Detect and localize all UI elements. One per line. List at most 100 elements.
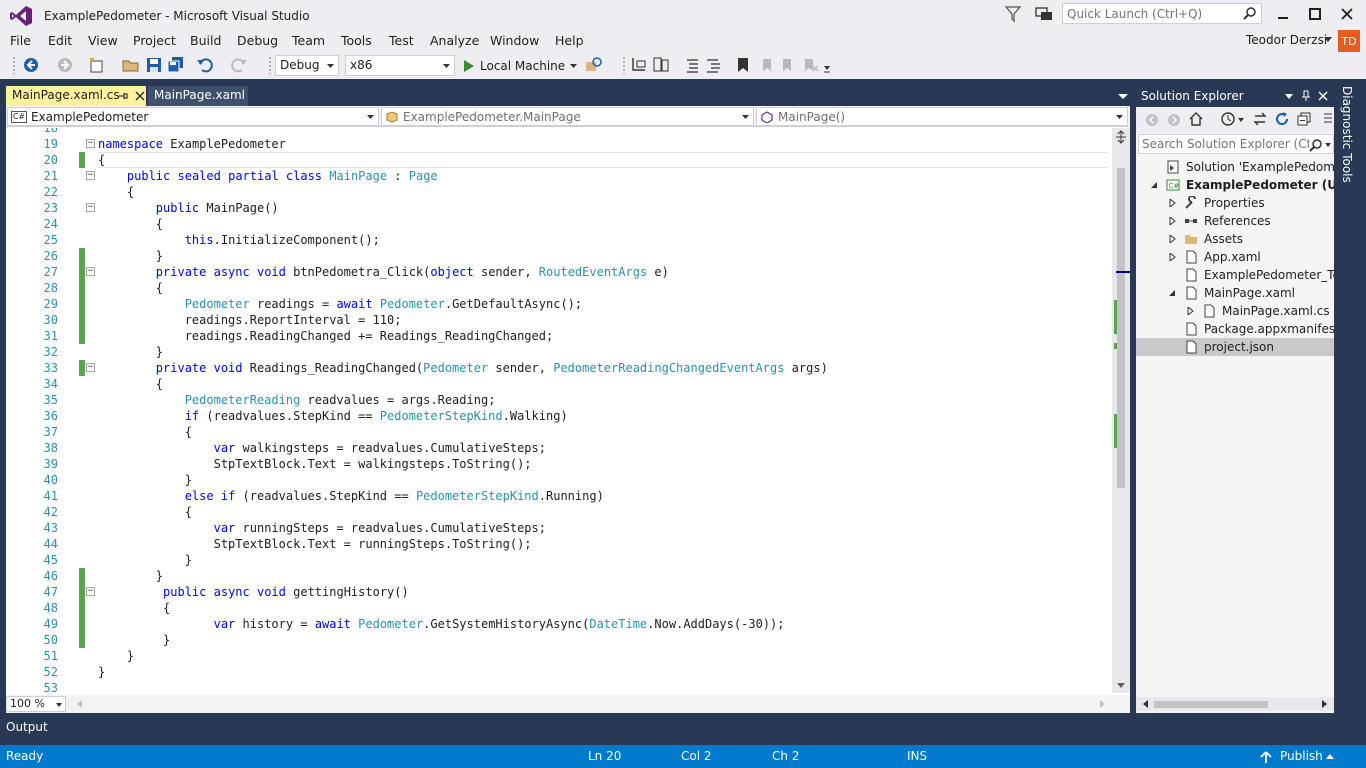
- solution-platform-select[interactable]: x86: [345, 55, 455, 76]
- chevron-down-icon[interactable]: [1325, 143, 1331, 147]
- pending-changes-icon[interactable]: [1220, 111, 1236, 127]
- refresh-icon[interactable]: [1274, 111, 1290, 127]
- code-line[interactable]: 31 readings.ReadingChanged += Readings_R…: [6, 328, 1112, 344]
- tree-item[interactable]: project.json: [1136, 338, 1334, 356]
- solution-explorer-horizontal-scrollbar[interactable]: [1136, 697, 1334, 711]
- collapse-region-icon[interactable]: −: [86, 203, 95, 212]
- open-file-icon[interactable]: [122, 56, 140, 74]
- sync-with-document-icon[interactable]: [1252, 111, 1268, 127]
- code-line[interactable]: 38 var walkingsteps = readvalues.Cumulat…: [6, 440, 1112, 456]
- menu-window[interactable]: Window: [490, 33, 539, 48]
- home-icon[interactable]: [1188, 111, 1204, 127]
- code-line[interactable]: 39 StpTextBlock.Text = walkingsteps.ToSt…: [6, 456, 1112, 472]
- code-line[interactable]: 22 {: [6, 184, 1112, 200]
- tree-item[interactable]: App.xaml: [1136, 248, 1334, 266]
- minimize-button[interactable]: [1268, 2, 1298, 26]
- tree-item[interactable]: C# ExamplePedometer (Universal Windows): [1136, 176, 1334, 194]
- scrollbar-thumb[interactable]: [1154, 701, 1268, 708]
- code-line[interactable]: 53: [6, 680, 1112, 693]
- maximize-button[interactable]: [1300, 2, 1330, 26]
- search-icon[interactable]: [1243, 6, 1257, 20]
- chevron-down-icon[interactable]: [1118, 92, 1128, 100]
- filter-icon[interactable]: [1004, 5, 1022, 23]
- navigate-forward-icon[interactable]: [56, 56, 74, 74]
- collapse-region-icon[interactable]: −: [86, 363, 95, 372]
- menu-view[interactable]: View: [88, 33, 118, 48]
- collapsed-arrow-icon[interactable]: [1168, 253, 1176, 261]
- quick-launch-input[interactable]: [1063, 4, 1238, 23]
- collapse-region-icon[interactable]: −: [86, 171, 95, 180]
- search-icon[interactable]: [1309, 138, 1323, 152]
- code-line[interactable]: 23 − public MainPage(): [6, 200, 1112, 216]
- code-line[interactable]: 18: [6, 128, 1112, 136]
- menu-project[interactable]: Project: [133, 33, 176, 48]
- back-icon[interactable]: [1144, 112, 1160, 128]
- tree-item[interactable]: Package.appxmanifest: [1136, 320, 1334, 338]
- code-line[interactable]: 37 {: [6, 424, 1112, 440]
- menu-debug[interactable]: Debug: [237, 33, 278, 48]
- save-all-icon[interactable]: [167, 56, 185, 74]
- editor-vertical-scrollbar[interactable]: [1112, 128, 1130, 693]
- menu-analyze[interactable]: Analyze: [430, 33, 479, 48]
- expanded-arrow-icon[interactable]: [1150, 181, 1158, 189]
- code-line[interactable]: 48 {: [6, 600, 1112, 616]
- tree-item[interactable]: References: [1136, 212, 1334, 230]
- chevron-down-icon[interactable]: [1324, 37, 1332, 43]
- toolbar-grip[interactable]: [268, 56, 272, 74]
- code-line[interactable]: 35 PedometerReading readvalues = args.Re…: [6, 392, 1112, 408]
- code-line[interactable]: 19 − namespace ExamplePedometer: [6, 136, 1112, 152]
- save-icon[interactable]: [145, 56, 163, 74]
- properties-icon[interactable]: [1322, 111, 1334, 127]
- menu-team[interactable]: Team: [292, 33, 325, 48]
- code-line[interactable]: 27 − private async void btnPedometra_Clic…: [6, 264, 1112, 280]
- menu-file[interactable]: File: [10, 33, 31, 48]
- step-into-icon[interactable]: [630, 56, 648, 74]
- code-line[interactable]: 40 }: [6, 472, 1112, 488]
- code-line[interactable]: 28 {: [6, 280, 1112, 296]
- feedback-icon[interactable]: [1034, 5, 1054, 23]
- tab-mainpage-xaml-cs[interactable]: MainPage.xaml.cs: [6, 86, 146, 106]
- tree-item[interactable]: ExamplePedometer_TemporaryKey.pfx: [1136, 266, 1334, 284]
- find-in-files-icon[interactable]: [585, 56, 603, 74]
- quick-launch-box[interactable]: [1062, 3, 1262, 24]
- clear-bookmarks-icon[interactable]: [801, 56, 819, 74]
- diagnostic-tools-tab[interactable]: Diagnostic Tools: [1338, 86, 1362, 186]
- code-line[interactable]: 30 readings.ReportInterval = 110;: [6, 312, 1112, 328]
- tree-item[interactable]: MainPage.xaml: [1136, 284, 1334, 302]
- code-line[interactable]: 33 − private void Readings_ReadingChanged…: [6, 360, 1112, 376]
- code-line[interactable]: 26 }: [6, 248, 1112, 264]
- menu-help[interactable]: Help: [555, 33, 584, 48]
- start-debugging-button[interactable]: Local Machine: [463, 55, 578, 76]
- undo-icon[interactable]: [196, 56, 214, 74]
- split-window-icon[interactable]: [1115, 130, 1127, 144]
- code-line[interactable]: 47 − public async void gettingHistory(): [6, 584, 1112, 600]
- code-line[interactable]: 52}: [6, 664, 1112, 680]
- editor-horizontal-scrollbar[interactable]: [76, 697, 1106, 711]
- code-line[interactable]: 50 }: [6, 632, 1112, 648]
- code-line[interactable]: 49 var history = await Pedometer.GetSyst…: [6, 616, 1112, 632]
- collapse-region-icon[interactable]: −: [86, 267, 95, 276]
- member-dropdown[interactable]: MainPage(): [756, 107, 1128, 126]
- publish-button[interactable]: Publish: [1280, 749, 1323, 763]
- code-line[interactable]: 51 }: [6, 648, 1112, 664]
- pin-icon[interactable]: [118, 90, 128, 102]
- code-line[interactable]: 41 else if (readvalues.StepKind == Pedom…: [6, 488, 1112, 504]
- code-line[interactable]: 44 StpTextBlock.Text = runningSteps.ToSt…: [6, 536, 1112, 552]
- scroll-left-icon[interactable]: [76, 700, 82, 708]
- tree-item[interactable]: MainPage.xaml.cs: [1136, 302, 1334, 320]
- code-line[interactable]: 29 Pedometer readings = await Pedometer.…: [6, 296, 1112, 312]
- solution-explorer-title-bar[interactable]: Solution Explorer: [1136, 86, 1334, 107]
- chevron-down-icon[interactable]: [1238, 118, 1244, 122]
- next-bookmark-icon[interactable]: [779, 56, 797, 74]
- new-project-icon[interactable]: [88, 56, 106, 74]
- collapsed-arrow-icon[interactable]: [1168, 235, 1176, 243]
- collapsed-arrow-icon[interactable]: [1186, 307, 1194, 315]
- collapse-all-icon[interactable]: [1296, 111, 1312, 127]
- code-line[interactable]: 43 var runningSteps = readvalues.Cumulat…: [6, 520, 1112, 536]
- scroll-down-icon[interactable]: [1117, 683, 1125, 689]
- toolbar-options-icon[interactable]: [822, 56, 840, 74]
- bookmark-icon[interactable]: [734, 56, 752, 74]
- zoom-select[interactable]: 100 %: [6, 696, 66, 712]
- scroll-right-icon[interactable]: [1100, 700, 1106, 708]
- code-line[interactable]: 36 if (readvalues.StepKind == PedometerS…: [6, 408, 1112, 424]
